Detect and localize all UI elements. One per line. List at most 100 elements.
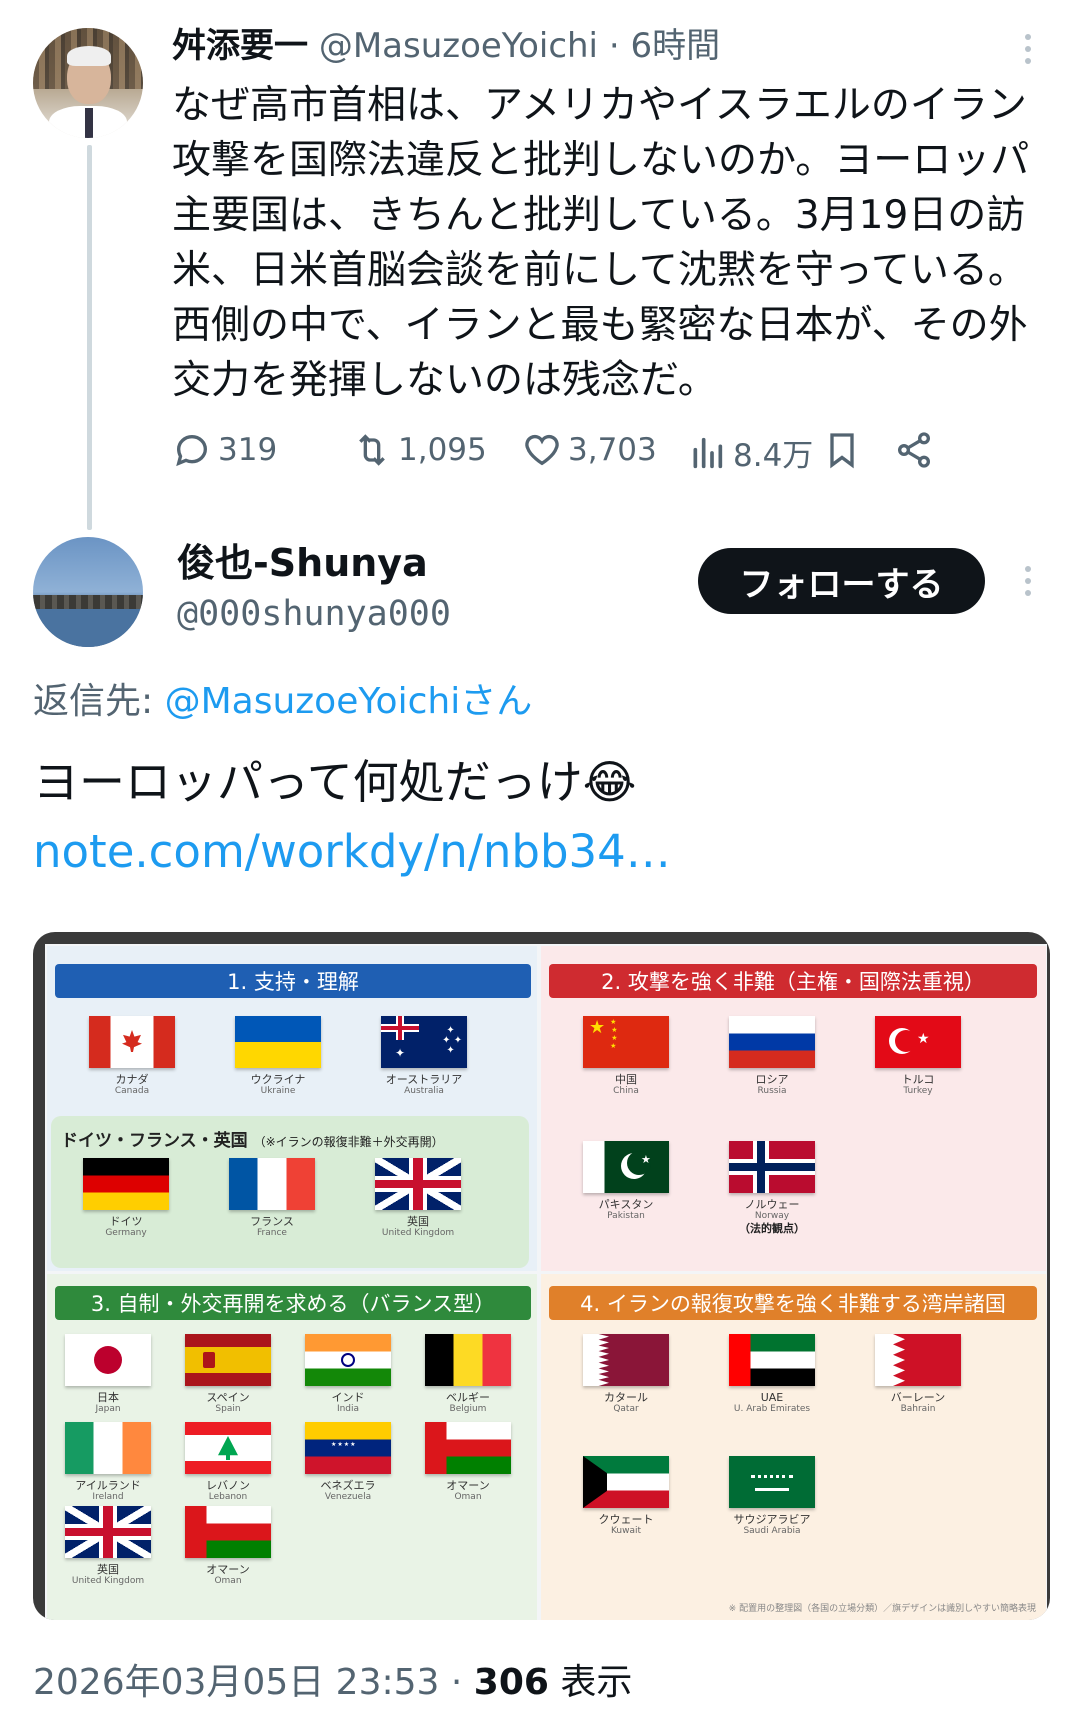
flag-item: ★ トルコ Turkey	[863, 1016, 973, 1097]
flag-item: 英国 United Kingdom	[53, 1506, 163, 1587]
flag-item: カタール Qatar	[571, 1334, 681, 1415]
views-count: 8.4万	[733, 438, 814, 474]
tweet-time[interactable]: 6時間	[630, 26, 720, 66]
china-flag-icon: ★ ★ ★ ★ ★	[583, 1016, 669, 1068]
belgium-flag-icon	[425, 1334, 511, 1386]
flag-item: オマーン Oman	[173, 1506, 283, 1587]
flag-item: カナダ Canada	[77, 1016, 187, 1097]
reply-author-handle[interactable]: @000shunya000	[177, 592, 451, 636]
external-link[interactable]: note.com/workdy/n/nbb34…	[33, 822, 671, 882]
tweet-views-count: 306	[473, 1662, 549, 1703]
spain-flag-icon	[185, 1334, 271, 1386]
quadrant-title: 4. イランの報復攻撃を強く非難する湾岸諸国	[549, 1286, 1037, 1320]
sub-group-eu3: ドイツ・フランス・英国 （※イランの報復非難＋外交再開） ドイツ Germany…	[51, 1116, 529, 1268]
like-count: 3,703	[568, 432, 657, 468]
germany-flag-icon	[83, 1158, 169, 1210]
flag-item: レバノン Lebanon	[173, 1422, 283, 1503]
uk-flag-icon	[65, 1506, 151, 1558]
analytics-icon	[693, 437, 723, 468]
flag-item: ★ パキスタン Pakistan	[571, 1141, 681, 1222]
timestamp-separator: ·	[439, 1662, 474, 1703]
saudi-arabia-flag-icon	[729, 1456, 815, 1508]
flag-item: インド India	[293, 1334, 403, 1415]
reply-icon	[176, 434, 208, 467]
flag-item: ドイツ Germany	[71, 1158, 181, 1239]
quadrant-balance: 3. 自制・外交再開を求める（バランス型） 日本 Japan スペイン Spai…	[47, 1274, 537, 1620]
views-button[interactable]: 8.4万	[687, 430, 813, 475]
flag-item: ベルギー Belgium	[413, 1334, 523, 1415]
flag-item: オマーン Oman	[413, 1422, 523, 1503]
bookmark-button[interactable]	[822, 430, 862, 470]
sub-group-note: （※イランの報復非難＋外交再開）	[253, 1135, 444, 1149]
ireland-flag-icon	[65, 1422, 151, 1474]
australia-flag-icon: ✦ ✦ ✦ ✦ ✦	[381, 1016, 467, 1068]
retweet-count: 1,095	[398, 432, 487, 468]
oman-flag-icon	[185, 1506, 271, 1558]
flag-item: ロシア Russia	[717, 1016, 827, 1097]
india-flag-icon	[305, 1334, 391, 1386]
more-options-icon[interactable]	[1023, 566, 1033, 596]
attached-image[interactable]: 1. 支持・理解 カナダ Canada ウクライナ Ukraine ✦ ✦ ✦ ✦…	[33, 932, 1050, 1620]
flag-item: ★ ★ ★ ★ ★ 中国 China	[571, 1016, 681, 1097]
tweet-timestamp[interactable]: 2026年03月05日 23:53	[33, 1662, 439, 1703]
bookmark-icon	[830, 433, 854, 469]
retweet-icon	[359, 434, 385, 466]
reply-count: 319	[218, 432, 278, 468]
venezuela-flag-icon: ★★★★	[305, 1422, 391, 1474]
flag-item: アイルランド Ireland	[53, 1422, 163, 1503]
avatar-shunya[interactable]	[33, 537, 143, 647]
turkey-flag-icon: ★	[875, 1016, 961, 1068]
quadrant-title: 1. 支持・理解	[55, 964, 531, 998]
flag-item: フランス France	[217, 1158, 327, 1239]
ukraine-flag-icon	[235, 1016, 321, 1068]
share-icon	[898, 432, 930, 468]
reply-button[interactable]: 319	[172, 430, 277, 470]
flag-item: 英国 United Kingdom	[363, 1158, 473, 1239]
flag-item: サウジアラビア Saudi Arabia	[717, 1456, 827, 1537]
flag-item: ✦ ✦ ✦ ✦ ✦ オーストラリア Australia	[369, 1016, 479, 1097]
quadrant-title: 2. 攻撃を強く非難（主権・国際法重視）	[549, 964, 1037, 998]
image-footnote: ※ 配置用の整理図（各国の立場分類）／旗デザインは識別しやすい簡略表現	[728, 1604, 1036, 1614]
quadrant-gulf-states: 4. イランの報復攻撃を強く非難する湾岸諸国 カタール Qatar UAE U.…	[541, 1274, 1046, 1620]
quadrant-title: 3. 自制・外交再開を求める（バランス型）	[55, 1286, 531, 1320]
japan-flag-icon	[65, 1334, 151, 1386]
france-flag-icon	[229, 1158, 315, 1210]
heart-icon	[525, 434, 559, 466]
author-handle[interactable]: @MasuzoeYoichi	[319, 26, 598, 66]
flag-item: バーレーン Bahrain	[863, 1334, 973, 1415]
parent-tweet-header: 舛添要一 @MasuzoeYoichi · 6時間	[172, 24, 720, 68]
flag-infographic: 1. 支持・理解 カナダ Canada ウクライナ Ukraine ✦ ✦ ✦ ✦…	[45, 944, 1047, 1620]
tweet-actions-bar: 319 1,095 3,703 8.4万	[172, 430, 1042, 480]
bahrain-flag-icon	[875, 1334, 961, 1386]
oman-flag-icon	[425, 1422, 511, 1474]
author-name[interactable]: 舛添要一	[172, 26, 308, 66]
flag-item: ★★★★ ベネズエラ Venezuela	[293, 1422, 403, 1503]
lebanon-flag-icon	[185, 1422, 271, 1474]
flag-item: クウェート Kuwait	[571, 1456, 681, 1537]
flag-item: 日本 Japan	[53, 1334, 163, 1415]
flag-item: ウクライナ Ukraine	[223, 1016, 333, 1097]
flag-item: スペイン Spain	[173, 1334, 283, 1415]
tweet-views-label: 表示	[548, 1662, 633, 1703]
parent-tweet-text: なぜ高市首相は、アメリカやイスラエルのイラン攻撃を国際法違反と批判しないのか。ヨ…	[172, 83, 1030, 403]
like-button[interactable]: 3,703	[522, 430, 657, 470]
uk-flag-icon	[375, 1158, 461, 1210]
more-options-icon[interactable]	[1023, 34, 1033, 64]
reply-tweet-text: ヨーロッパって何処だっけ😂	[33, 755, 637, 809]
reply-author-name[interactable]: 俊也-Shunya	[177, 540, 428, 586]
avatar-masuzoe[interactable]	[33, 28, 143, 138]
replying-to: 返信先: @MasuzoeYoichiさん	[33, 680, 532, 724]
reply-to-mention-link[interactable]: @MasuzoeYoichiさん	[165, 681, 533, 722]
tweet-timestamp-line: 2026年03月05日 23:53 · 306 表示	[33, 1660, 632, 1706]
thread-connector-line	[87, 145, 92, 530]
follow-button[interactable]: フォローする	[698, 548, 985, 614]
norway-flag-icon	[729, 1141, 815, 1193]
header-separator: ·	[598, 26, 631, 66]
reply-to-label: 返信先:	[33, 681, 165, 722]
flag-item: UAE U. Arab Emirates	[717, 1334, 827, 1415]
uae-flag-icon	[729, 1334, 815, 1386]
share-button[interactable]	[894, 430, 934, 470]
pakistan-flag-icon: ★	[583, 1141, 669, 1193]
retweet-button[interactable]: 1,095	[352, 430, 487, 470]
quadrant-support: 1. 支持・理解 カナダ Canada ウクライナ Ukraine ✦ ✦ ✦ ✦…	[47, 946, 537, 1271]
